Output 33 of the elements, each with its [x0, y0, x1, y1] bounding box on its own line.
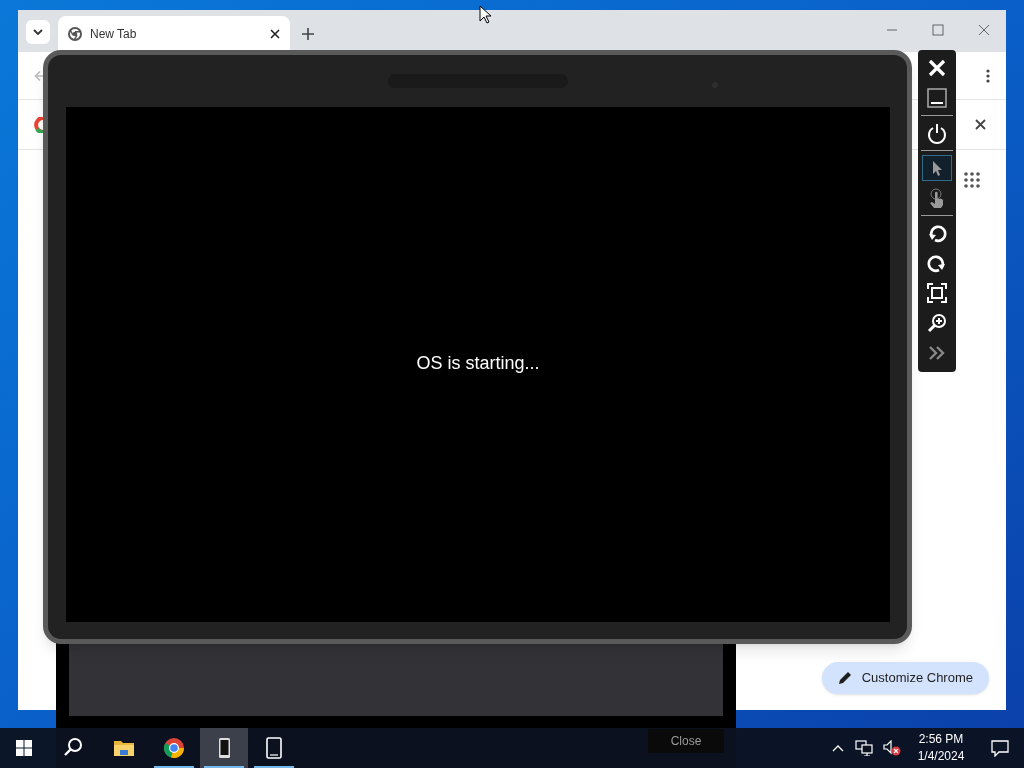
tab-search-button[interactable]: [26, 20, 50, 44]
tab-title: New Tab: [90, 26, 138, 43]
menu-dots-icon[interactable]: [986, 68, 990, 83]
windows-logo-icon: [16, 740, 32, 756]
close-icon[interactable]: [975, 119, 986, 130]
chevron-down-icon: [33, 29, 43, 35]
tablet-icon: [263, 737, 285, 759]
maximize-icon[interactable]: [932, 24, 944, 36]
zoom-in-icon: [926, 312, 948, 334]
chrome-logo-icon: [68, 27, 82, 41]
notifications-icon[interactable]: [991, 739, 1009, 757]
close-icon[interactable]: [270, 29, 280, 39]
minimize-icon: [926, 87, 948, 109]
rotate-left-icon: [926, 222, 948, 244]
network-icon[interactable]: [855, 740, 873, 756]
apps-grid-icon[interactable]: [964, 172, 980, 188]
mouse-cursor-icon: [479, 5, 491, 24]
clock[interactable]: 2:56 PM 1/4/2024: [906, 731, 976, 765]
new-tab-plus-icon[interactable]: [302, 28, 314, 40]
boot-message: OS is starting...: [416, 352, 540, 375]
power-icon: [926, 122, 948, 144]
phone-taskbar-button[interactable]: [200, 728, 248, 768]
customize-chrome-button[interactable]: Customize Chrome: [821, 662, 989, 694]
muted-speaker-icon[interactable]: [883, 740, 901, 756]
pointer-tool[interactable]: [922, 155, 952, 181]
chrome-logo-icon: [163, 737, 185, 759]
chevron-up-icon[interactable]: [832, 744, 844, 752]
rotate-right-icon: [926, 252, 948, 274]
browser-tab[interactable]: New Tab: [58, 16, 290, 52]
pencil-icon: [837, 671, 852, 685]
fit-screen-icon: [926, 282, 948, 304]
close-icon: [926, 57, 948, 79]
close-button[interactable]: Close: [648, 729, 724, 753]
